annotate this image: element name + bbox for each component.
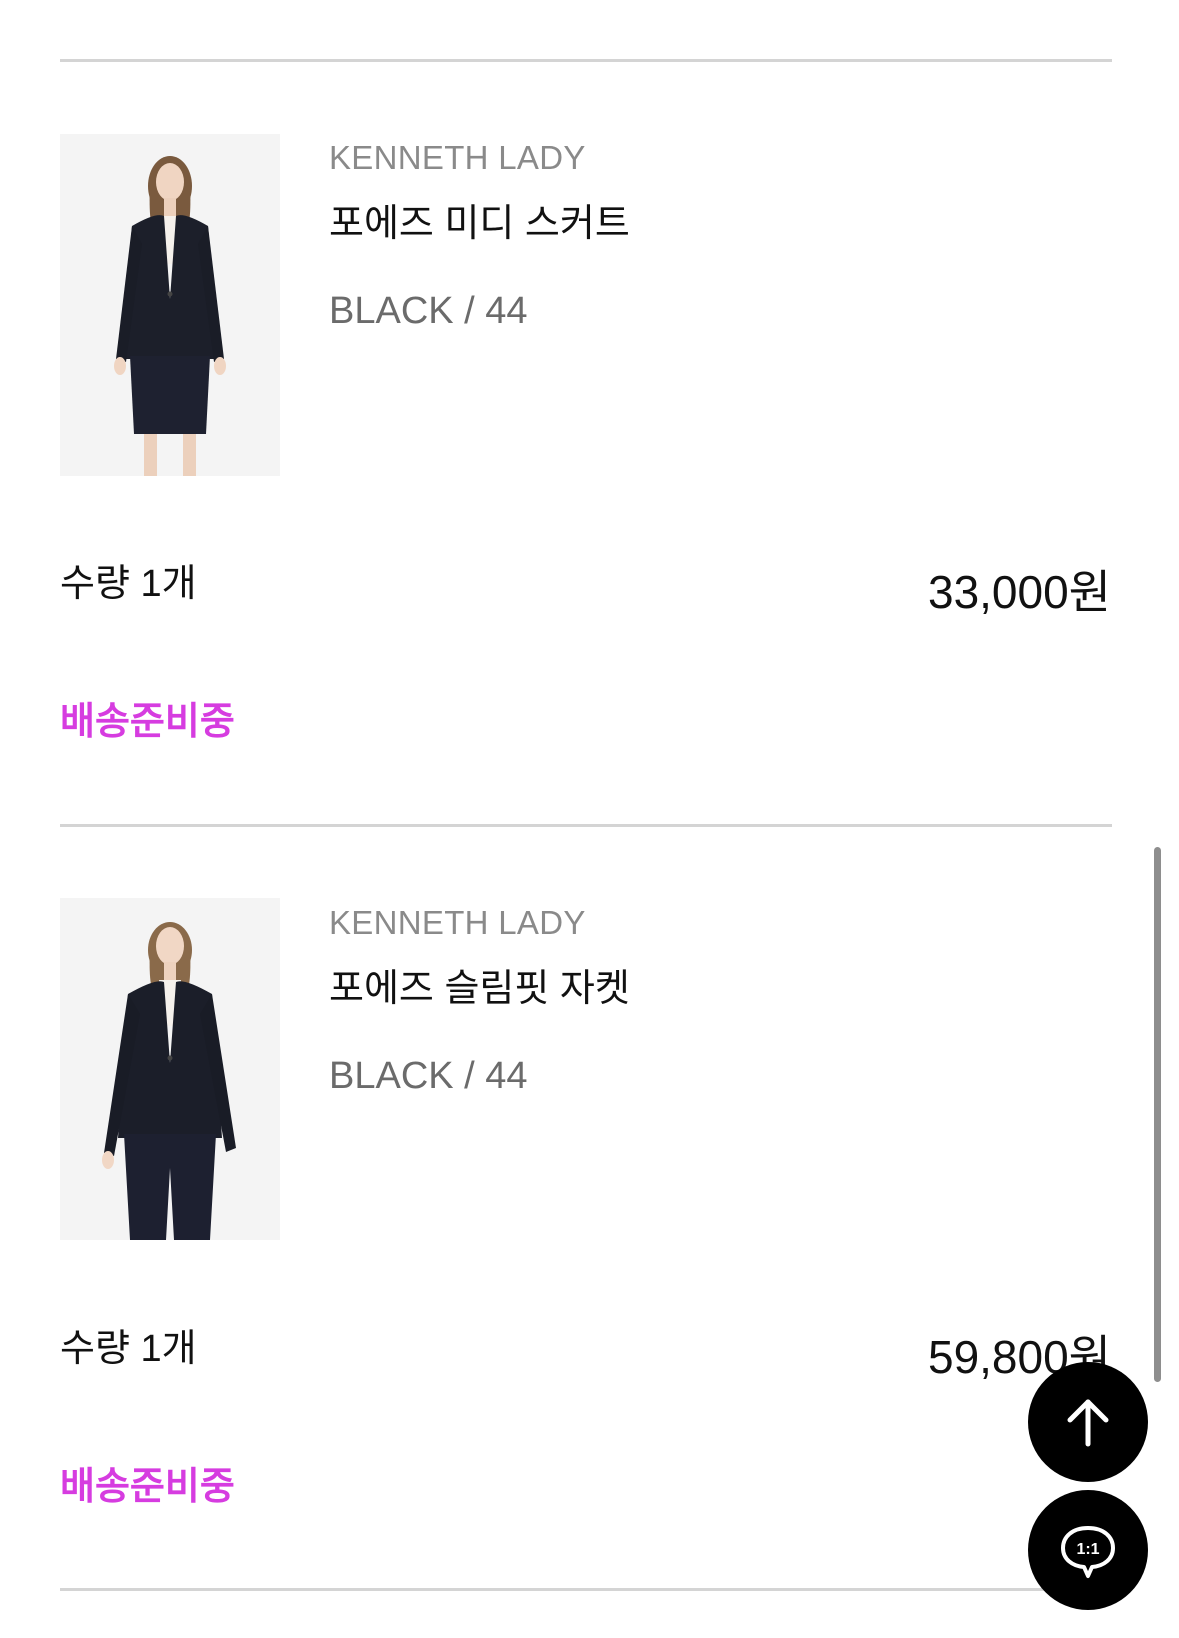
chat-bubble-icon: 1:1: [1061, 1526, 1115, 1578]
product-quantity: 수량 1개: [60, 1328, 197, 1370]
divider: [60, 824, 1112, 827]
arrow-up-icon: [1067, 1399, 1109, 1447]
scrollbar[interactable]: [1154, 847, 1161, 1382]
delivery-status: 배송준비중: [60, 1466, 235, 1508]
divider-top: [60, 59, 1112, 62]
divider: [60, 1588, 1112, 1591]
scroll-to-top-button[interactable]: [1028, 1362, 1148, 1482]
delivery-status: 배송준비중: [60, 701, 235, 743]
product-image[interactable]: [60, 898, 280, 1240]
product-brand: KENNETH LADY: [329, 904, 586, 941]
chat-label: 1:1: [1076, 1541, 1099, 1558]
product-option: BLACK / 44: [329, 290, 528, 332]
product-price: 33,000원: [927, 566, 1111, 618]
product-brand: KENNETH LADY: [329, 139, 586, 176]
product-name[interactable]: 포에즈 미디 스커트: [329, 192, 630, 247]
product-name[interactable]: 포에즈 슬림핏 자켓: [329, 957, 630, 1012]
chat-button[interactable]: 1:1: [1028, 1490, 1148, 1610]
product-image[interactable]: [60, 134, 280, 476]
product-option: BLACK / 44: [329, 1055, 528, 1097]
product-quantity: 수량 1개: [60, 563, 197, 605]
